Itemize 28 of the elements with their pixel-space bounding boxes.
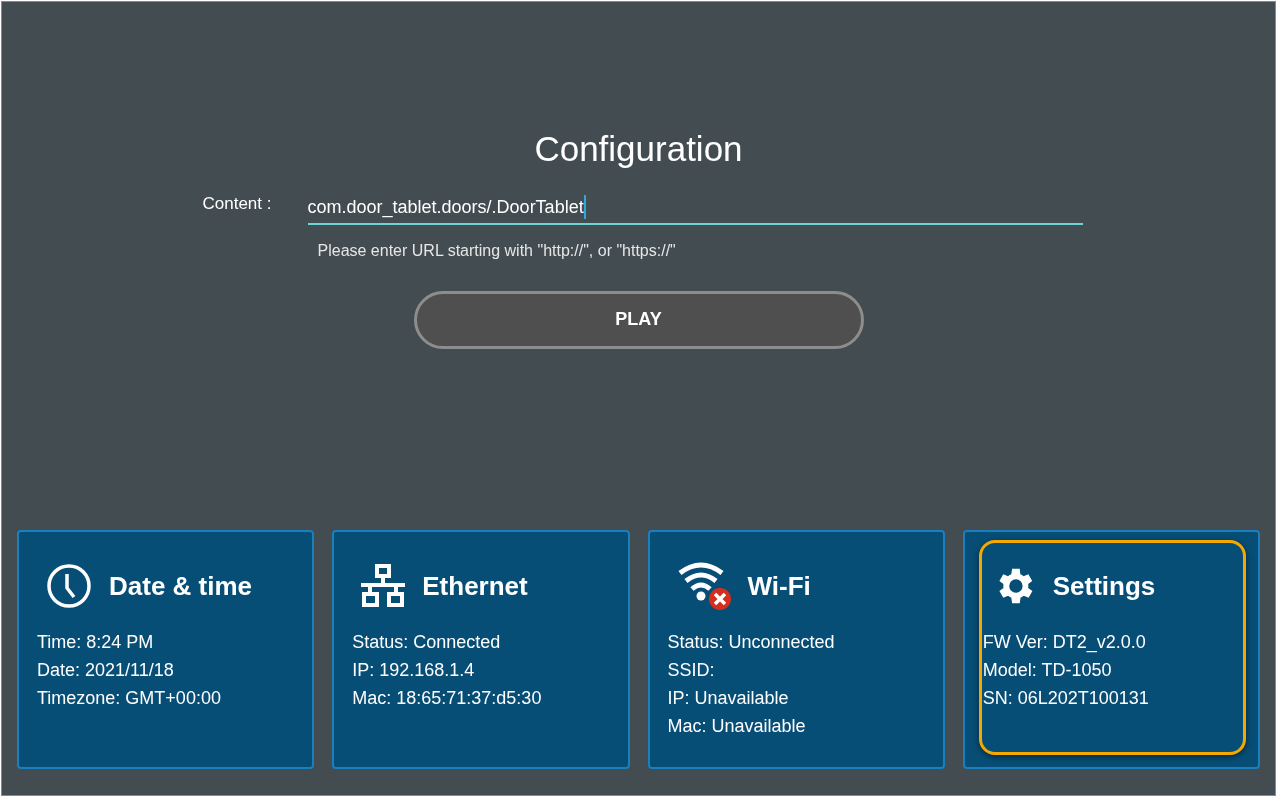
card-title: Date & time <box>109 569 253 603</box>
clock-icon <box>45 562 93 610</box>
card-info-line: Date: 2021/11/18 <box>37 659 175 682</box>
card-info-line: Timezone: GMT+00:00 <box>37 687 222 710</box>
info-card[interactable]: Wi-Fi Status: Unconnected SSID: IP: Unavailable Mac: Unavailable <box>647 530 945 769</box>
network-icon <box>360 563 407 609</box>
info-card[interactable]: Date & time Time: 8:24 PM Date: 2021/11/18 Timezone: GMT+00:00 <box>17 530 315 769</box>
card-info-line: Model: TD-1050 <box>982 659 1113 682</box>
content-label: Content : <box>202 193 273 215</box>
card-title: Settings <box>1052 569 1156 603</box>
card-info-line: Mac: 18:65:71:37:d5:30 <box>352 687 543 710</box>
card-title: Wi-Fi <box>747 569 811 603</box>
content-input-field[interactable]: com.door_tablet.doors/.DoorTablet <box>307 192 1083 225</box>
card-info-line: FW Ver: DT2_v2.0.0 <box>982 631 1147 655</box>
card-info-line: IP: 192.168.1.4 <box>352 659 476 682</box>
card-info-line: IP: Unavailable <box>667 687 790 710</box>
page-title: Configuration <box>534 128 743 170</box>
info-card[interactable]: Ethernet Status: Connected IP: 192.168.1.4 Mac: 18:65:71:37:d5:30 <box>332 530 630 769</box>
card-info-line: SN: 06L202T100131 <box>982 687 1150 710</box>
card-info-line: Time: 8:24 PM <box>37 631 155 654</box>
info-card[interactable]: Settings FW Ver: DT2_v2.0.0 Model: TD-1050 SN: 06L202T100131 <box>962 530 1260 769</box>
hint-text: Please enter URL starting with "http://", or "https://" <box>316 240 677 261</box>
card-info-line: Status: Connected <box>352 631 502 654</box>
card-info-line: SSID: <box>667 659 716 682</box>
card-info-line: Status: Unconnected <box>667 631 836 654</box>
card-title: Ethernet <box>422 569 528 603</box>
play-button[interactable]: PLAY <box>413 290 864 349</box>
card-info-line: Mac: Unavailable <box>667 715 807 738</box>
